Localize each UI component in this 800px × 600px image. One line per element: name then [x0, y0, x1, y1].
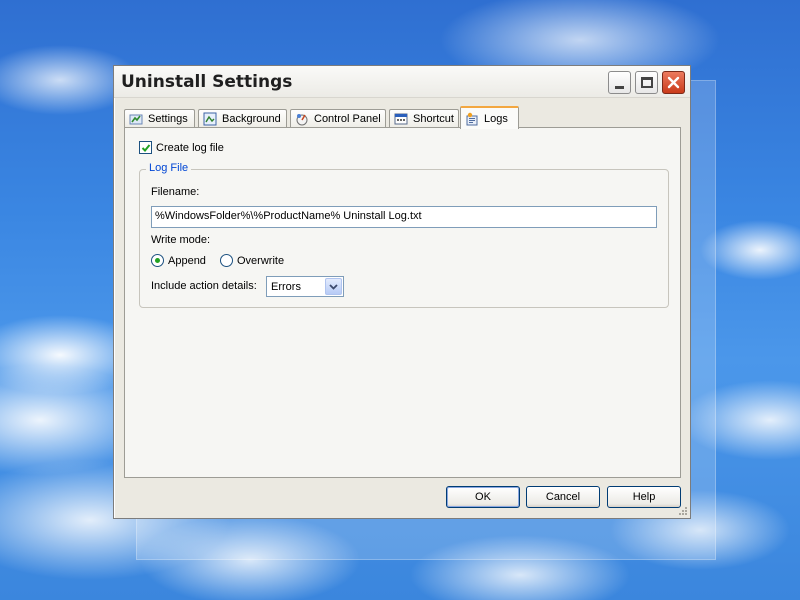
logs-icon	[466, 112, 478, 125]
maximize-icon	[640, 77, 653, 88]
maximize-button[interactable]	[635, 71, 658, 94]
overwrite-label: Overwrite	[237, 254, 285, 267]
background-icon	[203, 112, 217, 126]
checkmark-icon	[141, 143, 150, 152]
action-details-select[interactable]: Errors	[266, 276, 344, 297]
write-mode-append-row[interactable]: Append	[151, 254, 206, 267]
minimize-button[interactable]	[608, 71, 631, 94]
log-file-group: Log File Filename: %WindowsFolder%\%Prod…	[139, 162, 669, 308]
tab-background[interactable]: Background	[198, 109, 287, 128]
tab-label: Background	[222, 113, 281, 125]
chevron-down-icon	[329, 283, 338, 290]
uninstall-settings-dialog: Uninstall Settings Settings Background C…	[113, 65, 691, 519]
tab-label: Shortcut	[413, 113, 454, 125]
logs-tab-panel: Create log file Log File Filename: %Wind…	[124, 127, 681, 478]
tab-strip: Settings Background Control Panel Shortc…	[124, 106, 684, 129]
tab-control-panel[interactable]: Control Panel	[290, 109, 386, 128]
help-button[interactable]: Help	[607, 486, 681, 508]
control-panel-icon	[296, 114, 308, 126]
title-bar[interactable]: Uninstall Settings	[114, 66, 690, 98]
tab-label: Logs	[484, 112, 508, 125]
log-file-group-title: Log File	[146, 162, 192, 174]
dropdown-arrow-button[interactable]	[325, 278, 342, 295]
close-icon	[667, 76, 680, 89]
create-log-row[interactable]: Create log file	[139, 141, 224, 154]
create-log-checkbox[interactable]	[139, 141, 152, 154]
shortcut-icon	[394, 113, 408, 125]
window-title: Uninstall Settings	[121, 72, 293, 92]
tab-label: Control Panel	[314, 113, 381, 125]
tab-settings[interactable]: Settings	[124, 109, 195, 128]
cancel-button[interactable]: Cancel	[526, 486, 600, 508]
action-details-label: Include action details:	[151, 280, 257, 292]
action-details-value: Errors	[271, 281, 301, 293]
resize-grip-icon[interactable]	[678, 506, 688, 516]
append-label: Append	[168, 254, 206, 267]
write-mode-label: Write mode:	[151, 234, 211, 246]
radio-selected-dot	[155, 258, 160, 263]
minimize-icon	[615, 85, 624, 89]
tab-logs[interactable]: Logs	[460, 106, 519, 129]
ok-button[interactable]: OK	[446, 486, 520, 508]
filename-label: Filename:	[151, 186, 200, 198]
overwrite-radio[interactable]	[220, 254, 233, 267]
create-log-label: Create log file	[156, 141, 224, 154]
write-mode-overwrite-row[interactable]: Overwrite	[220, 254, 284, 267]
filename-input[interactable]: %WindowsFolder%\%ProductName% Uninstall …	[151, 206, 657, 228]
settings-icon	[129, 114, 143, 125]
tab-shortcut[interactable]: Shortcut	[389, 109, 459, 128]
append-radio[interactable]	[151, 254, 164, 267]
tab-label: Settings	[148, 113, 188, 125]
close-button[interactable]	[662, 71, 685, 94]
